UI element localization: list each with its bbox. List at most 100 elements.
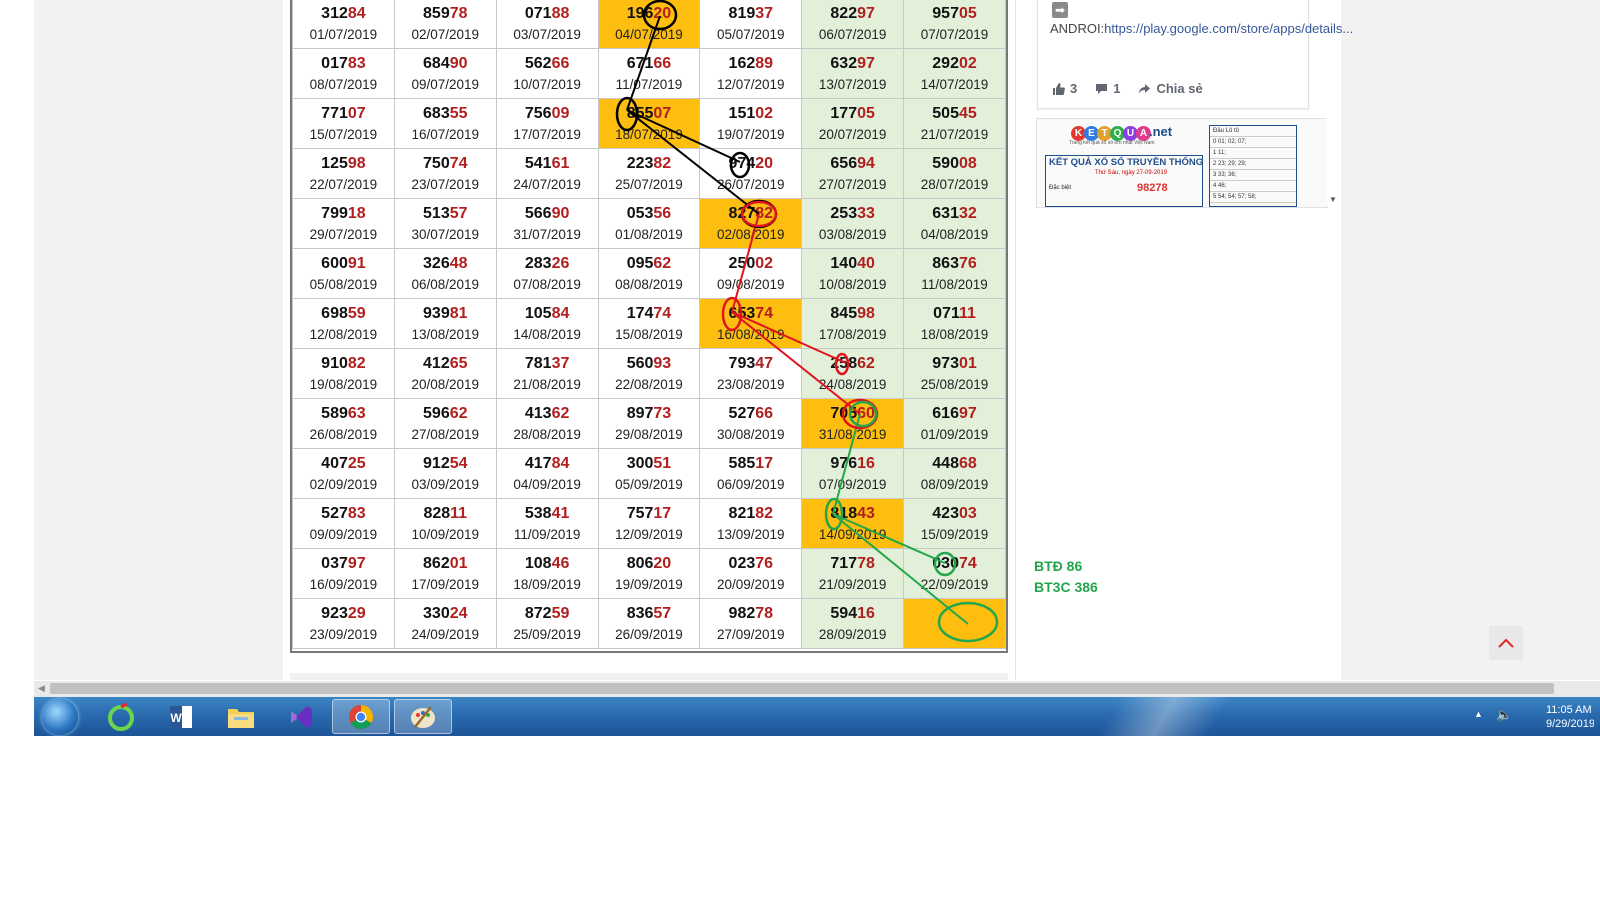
share-button[interactable]: Chia sẻ <box>1138 81 1203 96</box>
results-grid: 31284 01/07/2019 85978 02/07/2019 07188 03/07… <box>290 0 1008 653</box>
number-tail: 84 <box>347 4 366 22</box>
like-button[interactable]: 3 <box>1052 81 1077 96</box>
result-cell: 05356 01/08/2019 <box>597 198 701 249</box>
paint-icon[interactable] <box>394 699 452 734</box>
result-cell: 75074 23/07/2019 <box>393 148 497 199</box>
number-head: 684 <box>423 54 450 72</box>
result-cell: 53841 11/09/2019 <box>495 498 599 549</box>
result-cell <box>903 598 1006 649</box>
number-tail: 84 <box>551 304 570 322</box>
result-date: 23/07/2019 <box>411 176 480 192</box>
number-tail: 62 <box>653 254 672 272</box>
logo-suffix: .net <box>1149 124 1173 139</box>
result-number: 59416 <box>802 604 903 624</box>
result-number: 68355 <box>395 104 496 124</box>
system-clock[interactable]: 11:05 AM 9/29/2019 <box>1546 703 1594 731</box>
ccleaner-icon[interactable] <box>92 699 150 734</box>
result-cell: 58963 26/08/2019 <box>292 398 395 449</box>
result-number: 69859 <box>293 304 394 324</box>
number-head: 108 <box>524 554 552 572</box>
number-tail: 20 <box>653 4 672 22</box>
result-cell: 28326 07/08/2019 <box>495 248 599 299</box>
result-number: 84598 <box>802 304 903 324</box>
number-head: 631 <box>932 204 959 222</box>
note-line: BT3C 386 <box>1034 579 1098 595</box>
result-date: 08/07/2019 <box>309 76 378 92</box>
result-cell: 71778 21/09/2019 <box>801 548 905 599</box>
scroll-down-icon[interactable]: ▼ <box>1329 195 1337 204</box>
results-row: 91082 19/08/2019 41265 20/08/2019 78137 21/08… <box>292 348 1006 399</box>
result-date: 17/07/2019 <box>513 126 581 142</box>
result-cell: 02376 20/09/2019 <box>699 548 803 599</box>
result-number: 07188 <box>497 4 598 24</box>
play-store-link[interactable]: https://play.google.com/store/apps/detai… <box>1104 21 1353 36</box>
result-cell: 63132 04/08/2019 <box>903 198 1006 249</box>
results-table: 31284 01/07/2019 85978 02/07/2019 07188 03/07… <box>292 0 1006 649</box>
number-tail: 98 <box>347 154 366 172</box>
share-label: Chia sẻ <box>1156 81 1203 96</box>
number-head: 822 <box>830 4 858 22</box>
result-date: 16/07/2019 <box>411 126 480 142</box>
result-date: 19/07/2019 <box>717 126 785 142</box>
number-head: 527 <box>728 404 756 422</box>
result-date: 03/07/2019 <box>513 26 581 42</box>
file-explorer-icon[interactable] <box>212 699 270 734</box>
number-head: 037 <box>321 554 348 572</box>
scrollbar-thumb[interactable] <box>50 683 1554 694</box>
number-tail: 62 <box>857 354 875 372</box>
ketqua-preview-image[interactable]: K E T Q U A .net Trang kết quả xổ số lớn nhất … <box>1036 118 1328 208</box>
result-cell: 56690 31/07/2019 <box>495 198 599 249</box>
tray-expand-icon[interactable]: ▲ <box>1474 709 1483 719</box>
result-cell: 29202 14/07/2019 <box>903 48 1006 99</box>
number-head: 863 <box>932 254 959 272</box>
results-row: 01783 08/07/2019 68490 09/07/2019 56266 10/07… <box>292 48 1006 99</box>
scroll-left-icon[interactable]: ◀ <box>38 683 45 694</box>
result-date: 27/09/2019 <box>717 626 785 642</box>
number-tail: 43 <box>857 504 875 522</box>
comment-button[interactable]: 1 <box>1095 81 1120 96</box>
prediction-note: BTĐ 86 BT3C 386 <box>1034 556 1098 598</box>
post-prefix: ANDROI: <box>1050 21 1105 36</box>
scroll-to-top-button[interactable] <box>1489 626 1523 660</box>
result-cell: 52783 09/09/2019 <box>292 498 395 549</box>
horizontal-scrollbar[interactable]: ◀ <box>34 681 1600 697</box>
preview-scrollbar[interactable]: ▼ <box>1327 118 1339 206</box>
volume-icon[interactable]: 🔈 <box>1496 707 1512 723</box>
visual-studio-icon[interactable] <box>272 699 330 734</box>
number-head: 566 <box>524 204 552 222</box>
number-head: 910 <box>321 354 348 372</box>
result-cell: 84598 17/08/2019 <box>801 298 905 349</box>
number-tail: 05 <box>857 104 875 122</box>
result-cell: 31284 01/07/2019 <box>292 0 395 49</box>
number-head: 071 <box>524 4 552 22</box>
word-icon[interactable]: W <box>152 699 210 734</box>
result-date: 31/08/2019 <box>818 426 887 442</box>
result-number: 58963 <box>293 404 394 424</box>
number-tail: 83 <box>347 504 366 522</box>
chrome-icon[interactable] <box>332 699 390 734</box>
result-number: 10846 <box>497 554 598 574</box>
result-date: 20/08/2019 <box>411 376 480 392</box>
result-cell: 01783 08/07/2019 <box>292 48 395 99</box>
result-number: 98278 <box>700 604 801 624</box>
number-head: 413 <box>524 404 552 422</box>
result-number: 58517 <box>700 454 801 474</box>
result-number: 65374 <box>700 304 801 324</box>
result-number: 56266 <box>497 54 598 74</box>
number-head: 250 <box>728 254 756 272</box>
result-cell: 87259 25/09/2019 <box>495 598 599 649</box>
result-number: 82297 <box>802 4 903 24</box>
result-cell: 54161 24/07/2019 <box>495 148 599 199</box>
post-text: ANDROI:https://play.google.com/store/app… <box>1050 20 1353 38</box>
result-date: 14/09/2019 <box>818 526 887 542</box>
result-number: 40725 <box>293 454 394 474</box>
result-date: 10/08/2019 <box>818 276 887 292</box>
result-cell: 95705 07/07/2019 <box>903 0 1006 49</box>
result-number: 52766 <box>700 404 801 424</box>
result-number: 28326 <box>497 254 598 274</box>
result-number: 02376 <box>700 554 801 574</box>
number-tail: 82 <box>755 204 774 222</box>
start-orb[interactable] <box>42 699 78 735</box>
result-date: 28/09/2019 <box>818 626 887 642</box>
number-head: 632 <box>830 54 858 72</box>
